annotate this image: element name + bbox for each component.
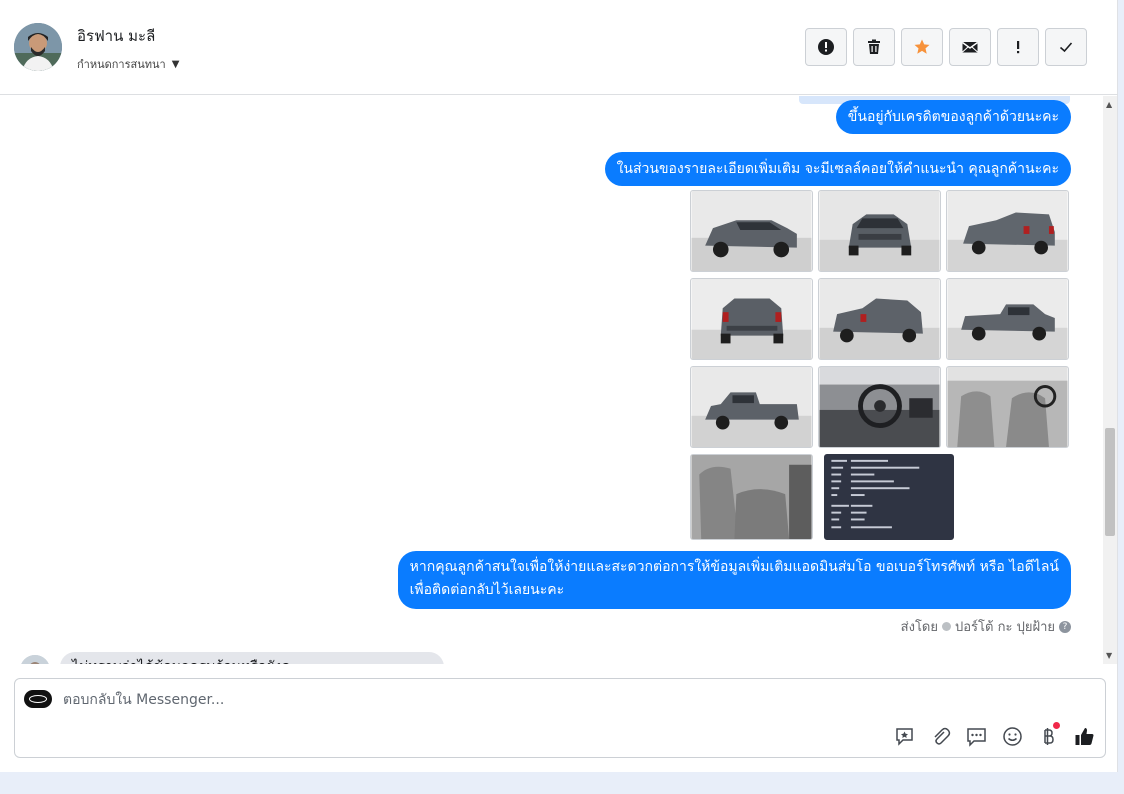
check-icon [1059,42,1073,53]
alert-circle-icon [818,39,834,55]
trash-icon [868,39,880,54]
gallery-photo[interactable] [946,278,1069,360]
outgoing-message[interactable]: หากคุณลูกค้าสนใจเพื่อให้ง่ายและสะดวกต่อก… [397,551,1071,609]
contact-avatar[interactable] [14,23,62,71]
like-icon[interactable] [1073,725,1095,747]
assign-conversation-dropdown[interactable]: กำหนดการสนทนา ▼ [77,55,179,73]
gallery-photo[interactable] [946,190,1069,272]
saved-reply-icon[interactable] [893,725,915,747]
incoming-message[interactable]: ไม่ทราบว่าได้ข้อมูลครบถ้วนหรือยังคะ [60,652,444,664]
message-thread[interactable]: ขึ้นอยู่กับเครดิตของลูกค้าด้วยนะคะ ในส่ว… [0,96,1103,664]
follow-up-button[interactable] [997,28,1039,66]
gallery-photo[interactable] [818,278,941,360]
emoji-icon[interactable] [1001,725,1023,747]
sent-by-label: ส่งโดย [900,620,938,635]
message-line: หากคุณลูกค้าสนใจเพื่อให้ง่ายและสะดวกต่อก… [409,559,1059,575]
help-icon[interactable]: ? [1059,620,1071,633]
page-logo [24,690,52,708]
incoming-avatar[interactable] [20,655,50,664]
conversation-header: อิรฟาน มะลี กำหนดการสนทนา ▼ [0,0,1118,95]
mark-unread-button[interactable] [949,28,991,66]
conversation-panel: อิรฟาน มะลี กำหนดการสนทนา ▼ ขึ้นอยู่กับเ… [0,0,1118,772]
gallery-photo[interactable] [690,454,813,540]
gallery-photo[interactable] [690,190,813,272]
gallery-photo[interactable] [690,278,813,360]
scroll-up-icon[interactable]: ▲ [1106,100,1112,109]
reply-composer [14,678,1106,758]
gallery-photo[interactable] [946,366,1069,448]
mark-done-button[interactable] [1045,28,1087,66]
gallery-photo[interactable] [818,366,941,448]
assign-label: กำหนดการสนทนา [77,58,166,71]
exclamation-icon [1017,41,1020,54]
contact-name[interactable]: อิรฟาน มะลี [77,24,155,48]
gallery-photo[interactable] [690,366,813,448]
header-actions [805,28,1087,66]
verified-icon [942,622,951,631]
reply-input[interactable] [63,689,863,711]
notification-dot [1053,722,1060,729]
star-icon [914,39,930,54]
gallery-photo[interactable] [824,454,954,540]
baht-payment-icon[interactable] [1037,722,1060,747]
message-line: เพื่อติดต่อกลับไว้เลยนะคะ [409,582,565,598]
envelope-icon [962,41,978,53]
sender-name[interactable]: ปอร์โต้ กะ ปุยฝ้าย [955,616,1055,637]
thread-scrollbar[interactable]: ▲ ▼ [1103,96,1117,664]
scroll-down-icon[interactable]: ▼ [1106,651,1112,660]
sent-by-info: ส่งโดย ปอร์โต้ กะ ปุยฝ้าย ? [901,616,1071,637]
outgoing-message[interactable]: ในส่วนของรายละเอียดเพิ่มเติม จะมีเซลล์คอ… [604,152,1071,186]
chat-bubbles-icon[interactable] [965,725,987,747]
delete-button[interactable] [853,28,895,66]
composer-tools [893,722,1095,747]
gallery-photo[interactable] [818,190,941,272]
spam-button[interactable] [805,28,847,66]
scroll-thumb[interactable] [1105,428,1115,536]
caret-down-icon: ▼ [171,58,180,70]
attachment-icon[interactable] [929,725,951,747]
outgoing-message[interactable]: ขึ้นอยู่กับเครดิตของลูกค้าด้วยนะคะ [835,100,1071,134]
star-button[interactable] [901,28,943,66]
